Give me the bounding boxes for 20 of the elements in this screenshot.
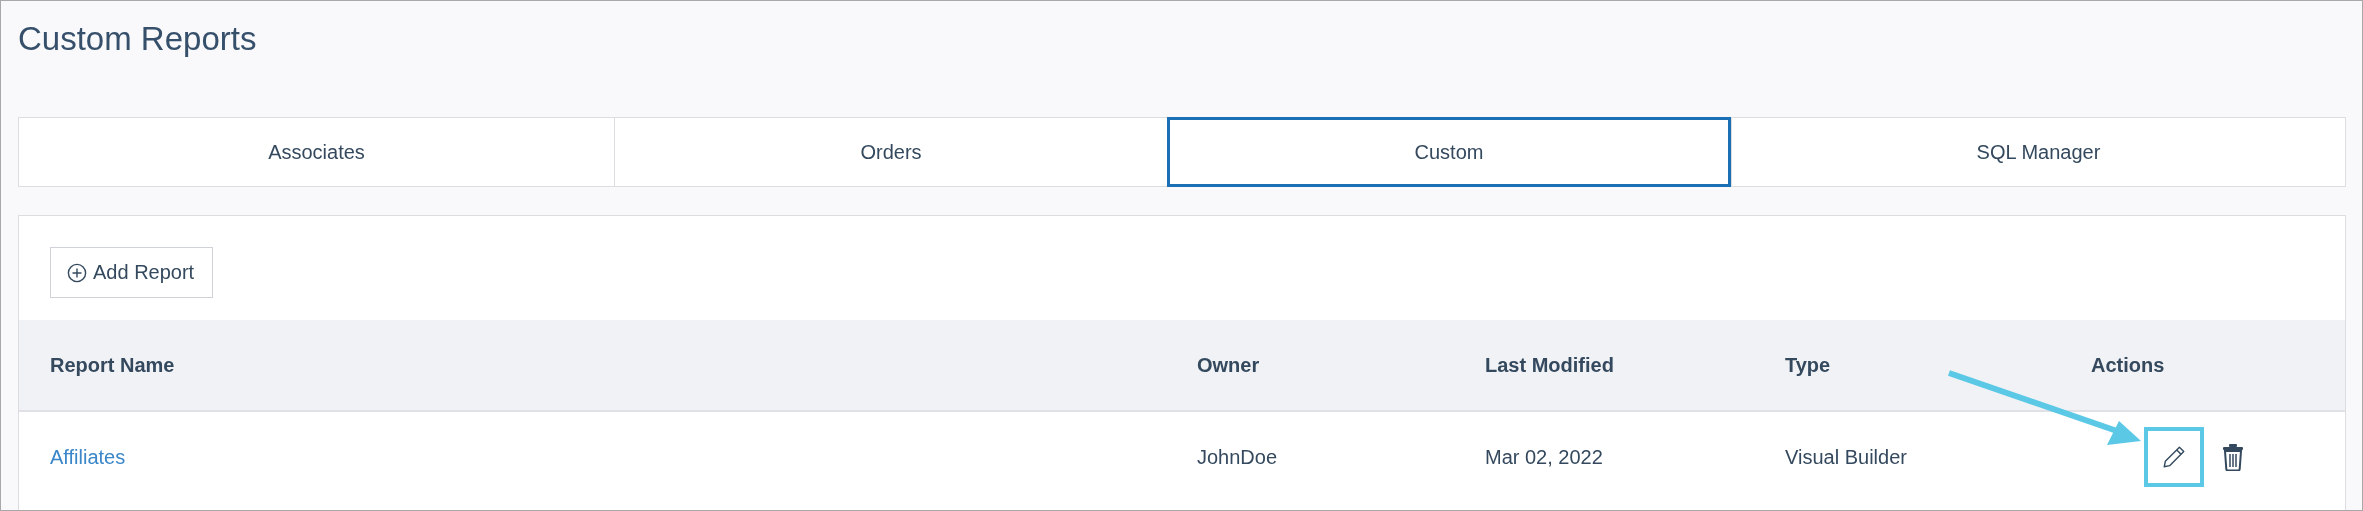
column-header: Last Modified [1484,353,1614,377]
page-title: Custom Reports [18,19,257,59]
delete-button[interactable] [2222,443,2244,471]
tab[interactable]: Custom [1167,117,1731,187]
column-header: Type [1784,353,1831,377]
tab[interactable]: Associates [19,118,614,186]
tab[interactable]: Orders [614,118,1167,186]
table-cell-text: Mar 02, 2022 [1484,445,1603,469]
table-cell-text: JohnDoe [1196,445,1278,469]
report-link[interactable]: Affiliates [50,445,126,469]
table-cell-text: Visual Builder [1784,445,1907,469]
trash-icon [2222,443,2244,471]
edit-button[interactable] [2144,427,2204,487]
tab[interactable]: SQL Manager [1731,118,2345,186]
column-header: Report Name [49,353,175,377]
column-header: Actions [2090,353,2165,377]
plus-circle-icon [67,262,87,283]
add-report-button[interactable]: Add Report [50,247,214,298]
column-header: Owner [1196,353,1260,377]
pencil-icon [2161,444,2187,470]
